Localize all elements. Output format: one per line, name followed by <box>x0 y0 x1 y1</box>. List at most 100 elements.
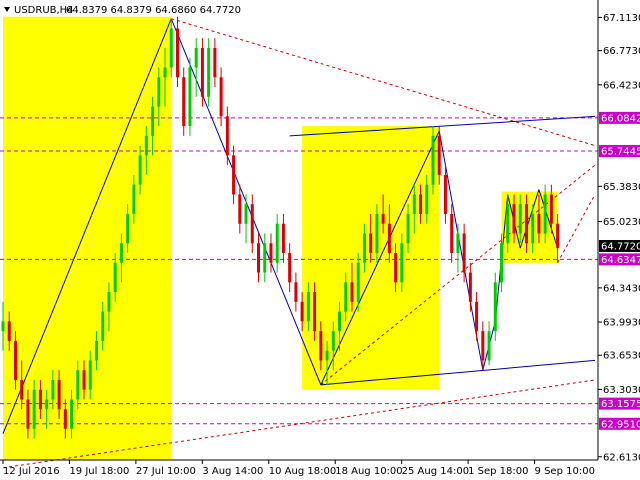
candle-body <box>213 47 217 78</box>
candle-body <box>151 106 155 136</box>
current-price-label: 64.7720 <box>601 241 640 252</box>
candle-body <box>481 331 485 361</box>
candle <box>487 321 491 366</box>
y-tick-label: 67.1130 <box>603 13 640 24</box>
candle-body <box>119 243 123 263</box>
candle <box>456 223 460 273</box>
candle <box>188 57 192 136</box>
candle-body <box>381 213 385 224</box>
candle-body <box>82 370 86 390</box>
candle-body <box>412 194 416 214</box>
candle-body <box>500 243 504 283</box>
candle-body <box>63 409 67 429</box>
candle-body <box>437 135 441 175</box>
x-tick-label: 12 Jul 2016 <box>3 466 60 477</box>
candle <box>250 194 254 254</box>
candle-body <box>443 174 447 214</box>
candle-body <box>556 223 560 249</box>
candle <box>263 233 267 283</box>
candle-body <box>138 155 142 185</box>
candle <box>468 262 472 312</box>
x-tick-label: 10 Aug 18:00 <box>269 466 336 477</box>
candle-body <box>493 282 497 332</box>
candle-body <box>126 213 130 244</box>
candle-body <box>7 321 11 341</box>
dropdown-arrow-icon[interactable] <box>4 7 10 12</box>
candle-body <box>350 282 354 302</box>
candle-body <box>232 155 236 195</box>
candle-body <box>518 204 522 234</box>
candle <box>238 184 242 234</box>
candle-body <box>512 204 516 234</box>
candle-body <box>175 28 179 78</box>
candle-body <box>219 77 223 117</box>
candle <box>288 243 292 293</box>
candle-body <box>400 243 404 283</box>
candle-body <box>88 360 92 390</box>
x-tick-label: 27 Jul 10:00 <box>136 466 196 477</box>
level-price-label: 66.0842 <box>601 113 640 124</box>
x-tick-label: 25 Aug 14:00 <box>402 466 469 477</box>
candle <box>207 38 211 107</box>
ohlc-values: 64.8379 64.8379 64.6860 64.7720 <box>66 5 241 16</box>
y-tick-label: 66.7730 <box>603 46 640 57</box>
candle-body <box>543 194 547 234</box>
range-zones <box>3 16 558 461</box>
candle-body <box>169 28 173 68</box>
candle-body <box>387 223 391 254</box>
candle <box>493 272 497 341</box>
candle-body <box>57 379 61 410</box>
candle <box>232 145 236 205</box>
candle-body <box>338 311 342 332</box>
candle-body <box>331 331 335 351</box>
candle-body <box>362 233 366 263</box>
candle-body <box>394 253 398 283</box>
candle-body <box>200 47 204 97</box>
forecast-line-4 <box>557 194 596 264</box>
candle <box>213 38 217 88</box>
y-tick-label: 65.3830 <box>603 182 640 193</box>
candle-body <box>113 262 117 293</box>
candle-body <box>225 116 229 156</box>
candle-body <box>20 379 24 400</box>
y-tick-label: 63.6530 <box>603 351 640 362</box>
level-price-label: 65.7445 <box>601 147 640 158</box>
candle-body <box>51 379 55 400</box>
candle-body <box>375 213 379 254</box>
candle-body <box>356 262 360 302</box>
x-tick-label: 19 Jul 18:00 <box>69 466 129 477</box>
candle-body <box>450 213 454 254</box>
candle-body <box>207 47 211 97</box>
x-tick-label: 9 Sep 10:00 <box>535 466 595 477</box>
candle-body <box>406 213 410 244</box>
candlestick-chart: 67.1130 66.7730 66.4230 65.3830 65.0230 64.34… <box>0 0 640 477</box>
candle-body <box>462 233 466 273</box>
candle-body <box>275 223 279 263</box>
candle-body <box>132 184 136 214</box>
candle <box>182 67 186 136</box>
candle <box>475 292 479 341</box>
level-price-label: 64.6347 <box>601 255 640 266</box>
candle-body <box>101 311 105 341</box>
y-tick-label: 65.0230 <box>603 217 640 228</box>
candle-body <box>288 253 292 283</box>
level-price-label: 62.9510 <box>601 419 640 430</box>
candle-body <box>194 47 198 68</box>
x-tick-label: 1 Sep 18:00 <box>468 466 528 477</box>
candle-body <box>524 204 528 244</box>
y-tick-label: 66.4230 <box>603 80 640 91</box>
candle <box>450 204 454 263</box>
candle-body <box>107 292 111 312</box>
candle-body <box>300 301 304 322</box>
candle-body <box>419 194 423 214</box>
candle-body <box>70 399 74 429</box>
candle <box>256 233 260 283</box>
candle <box>219 67 223 127</box>
candle <box>294 272 298 312</box>
candle-body <box>425 184 429 214</box>
candle <box>275 213 279 273</box>
x-tick-label: 18 Aug 10:00 <box>335 466 402 477</box>
candle <box>281 213 285 263</box>
symbol-label: USDRUB,H4 <box>14 5 74 16</box>
candle <box>244 194 248 244</box>
